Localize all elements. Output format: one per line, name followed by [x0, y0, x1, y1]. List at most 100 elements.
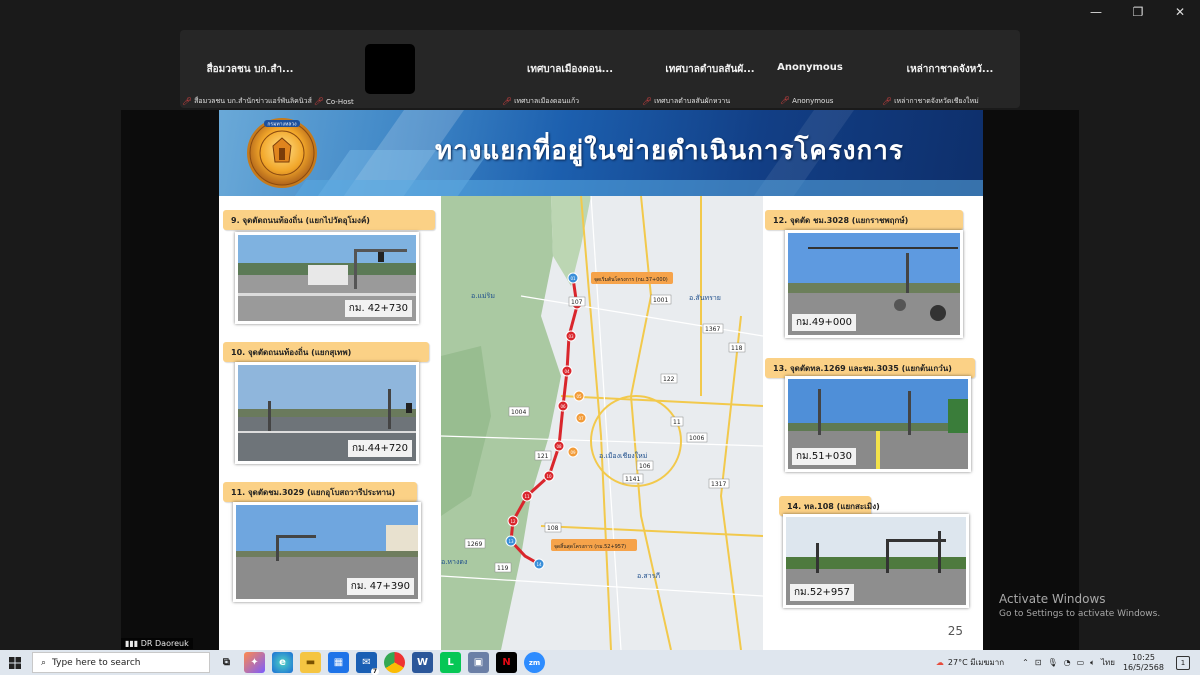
participant-label-text: Anonymous — [792, 96, 834, 105]
edge-icon[interactable]: e — [272, 652, 293, 673]
svg-text:1367: 1367 — [705, 326, 720, 333]
line-icon[interactable]: L — [440, 652, 461, 673]
task-view-icon[interactable]: ⧉ — [216, 652, 237, 673]
map-place-label: อ.หางดง — [441, 558, 467, 566]
map-place-label: อ.แม่ริม — [471, 292, 495, 300]
intersection-point-marker: 07 — [575, 412, 587, 424]
svg-text:08: 08 — [556, 444, 562, 449]
microphone-icon[interactable]: 🎙︎ — [1047, 658, 1057, 667]
road-number-marker: 1367 — [702, 323, 724, 334]
app-icon[interactable]: ▣ — [468, 652, 489, 673]
road-number-marker: 1006 — [686, 432, 708, 443]
window-controls: — ❐ ✕ — [1088, 4, 1188, 20]
svg-text:1004: 1004 — [511, 409, 526, 416]
store-icon[interactable]: ▦ — [328, 652, 349, 673]
map-place-label: อ.เมืองเชียงใหม่ — [599, 451, 647, 460]
clock-date: 16/5/2568 — [1122, 662, 1164, 672]
intersection-label: 13. จุดตัดทล.1269 และชม.3035 (แยกต้นเกว๋… — [765, 358, 975, 378]
participant-video-thumbnail[interactable] — [365, 44, 415, 94]
clock-time: 10:25 — [1131, 652, 1156, 662]
svg-text:1001: 1001 — [653, 297, 668, 304]
svg-text:04: 04 — [564, 369, 570, 374]
svg-text:1317: 1317 — [711, 481, 726, 488]
participant-tile[interactable]: สื่อมวลชน บก.สำ... 🎤︎ สื่อมวลชน บก.สำนัก… — [180, 30, 354, 108]
video-name-text: DR Daoreuk — [140, 639, 189, 648]
word-icon[interactable]: W — [412, 652, 433, 673]
participant-label: 🎤︎ Anonymous — [780, 96, 833, 105]
svg-text:118: 118 — [731, 345, 743, 352]
svg-text:121: 121 — [537, 453, 549, 460]
svg-text:108: 108 — [547, 525, 559, 532]
road-number-marker: 1269 — [464, 538, 486, 549]
wifi-icon[interactable]: ◔ — [1064, 658, 1071, 667]
svg-text:107: 107 — [571, 299, 583, 306]
road-number-marker: 122 — [660, 373, 678, 384]
intersection-point-marker: 04 — [561, 365, 573, 377]
search-placeholder: Type here to search — [52, 657, 141, 668]
taskbar-search-box[interactable]: ⌕ Type here to search — [32, 652, 210, 673]
intersection-photo: กม. 47+390 — [233, 502, 421, 602]
road-number-marker: 1317 — [708, 478, 730, 489]
intersection-photo: กม.51+030 — [785, 376, 971, 472]
intersection-point-marker: 11 — [521, 490, 533, 502]
intersection-photo: กม. 42+730 — [235, 232, 419, 324]
participant-tile[interactable]: Anonymous 🎤︎ Anonymous — [740, 30, 880, 108]
zoom-meeting-window: — ❐ ✕ สื่อมวลชน บก.สำ... 🎤︎ สื่อมวลชน บก… — [0, 0, 1200, 675]
svg-text:122: 122 — [663, 376, 675, 383]
intersection-photo: กม.44+720 — [235, 362, 419, 464]
mic-off-icon: 🎤︎ — [882, 97, 893, 106]
svg-text:14: 14 — [536, 562, 542, 567]
activate-title: Activate Windows — [999, 592, 1106, 606]
road-number-marker: 119 — [494, 562, 512, 573]
km-marker: กม.44+720 — [347, 440, 412, 457]
participant-label: 🎤︎ เหล่ากาชาดจังหวัดเชียงใหม่ — [882, 96, 979, 107]
map-place-label: อ.สันทราย — [689, 294, 721, 302]
battery-icon[interactable]: ▭ — [1077, 658, 1085, 667]
participant-label-text: เหล่ากาชาดจังหวัดเชียงใหม่ — [894, 97, 979, 105]
minimize-button[interactable]: — — [1088, 4, 1104, 20]
chevron-up-icon[interactable]: ⌃ — [1022, 658, 1029, 667]
road-number-marker: 1004 — [508, 406, 530, 417]
svg-text:1141: 1141 — [625, 476, 640, 483]
svg-text:06: 06 — [560, 404, 566, 409]
svg-text:106: 106 — [639, 463, 651, 470]
participant-name: Anonymous — [777, 62, 843, 73]
system-tray: ☁ 27°C มีเมฆมาก ⌃ ⊡ 🎙︎ ◔ ▭ 🔈︎ ไทย 10:25 … — [936, 650, 1200, 675]
mic-off-icon: 🎤︎ — [642, 97, 653, 106]
language-indicator[interactable]: ไทย — [1101, 656, 1115, 669]
participant-label-text: เทศบาลเมืองดอนแก้ว — [514, 97, 580, 105]
close-button[interactable]: ✕ — [1172, 4, 1188, 20]
outlook-badge: 7 — [370, 668, 379, 675]
participant-label-text: เทศบาลตำบลสันผักหวาน — [654, 97, 731, 105]
slide-title: ทางแยกที่อยู่ในข่ายดำเนินการโครงการ — [435, 136, 904, 166]
department-of-highways-logo: กรมทางหลวง — [247, 118, 317, 188]
zoom-icon[interactable]: zm — [524, 652, 545, 673]
file-explorer-icon[interactable]: ▬ — [300, 652, 321, 673]
chrome-icon[interactable] — [384, 652, 405, 673]
intersection-point-marker: 09 — [567, 446, 579, 458]
svg-text:1006: 1006 — [689, 435, 704, 442]
notification-icon[interactable]: 1 — [1176, 655, 1190, 670]
participant-tile[interactable]: เหล่ากาชาดจังหวั... 🎤︎ เหล่ากาชาดจังหวัด… — [880, 30, 1020, 108]
network-icon[interactable]: ⊡ — [1035, 658, 1042, 667]
participant-tile[interactable]: เทศบาลเมืองดอน... 🎤︎ เทศบาลเมืองดอนแก้ว — [500, 30, 640, 108]
road-number-marker: 121 — [534, 450, 552, 461]
clock[interactable]: 10:25 16/5/2568 — [1123, 653, 1164, 673]
netflix-icon[interactable]: N — [496, 652, 517, 673]
weather-text[interactable]: 27°C มีเมฆมาก — [948, 656, 1004, 669]
km-marker: กม. 47+390 — [346, 578, 414, 595]
intersection-point-marker: 13 — [505, 535, 517, 547]
speaker-icon[interactable]: 🔈︎ — [1090, 658, 1095, 668]
restore-button[interactable]: ❐ — [1130, 4, 1146, 20]
participant-name: สื่อมวลชน บก.สำ... — [206, 64, 294, 75]
intersection-point-marker: 10 — [543, 470, 555, 482]
mic-off-icon: 🎤︎ — [780, 96, 791, 105]
slide-header: กรมทางหลวง ทางแยกที่อยู่ในข่ายดำเนินการโ… — [219, 110, 983, 196]
outlook-icon[interactable]: ✉ 7 — [356, 652, 379, 675]
intersection-label: 12. จุดตัด ชม.3028 (แยกราชพฤกษ์) — [765, 210, 963, 230]
start-button[interactable] — [0, 650, 30, 675]
windows-taskbar: ⌕ Type here to search ⧉ ✦ e ▬ ▦ ✉ 7 W L ▣… — [0, 650, 1200, 675]
road-number-marker: 1141 — [622, 473, 644, 484]
copilot-icon[interactable]: ✦ — [244, 652, 265, 673]
intersection-label: 11. จุดตัดชม.3029 (แยกอุโบสถวารีประทาน) — [223, 482, 417, 502]
